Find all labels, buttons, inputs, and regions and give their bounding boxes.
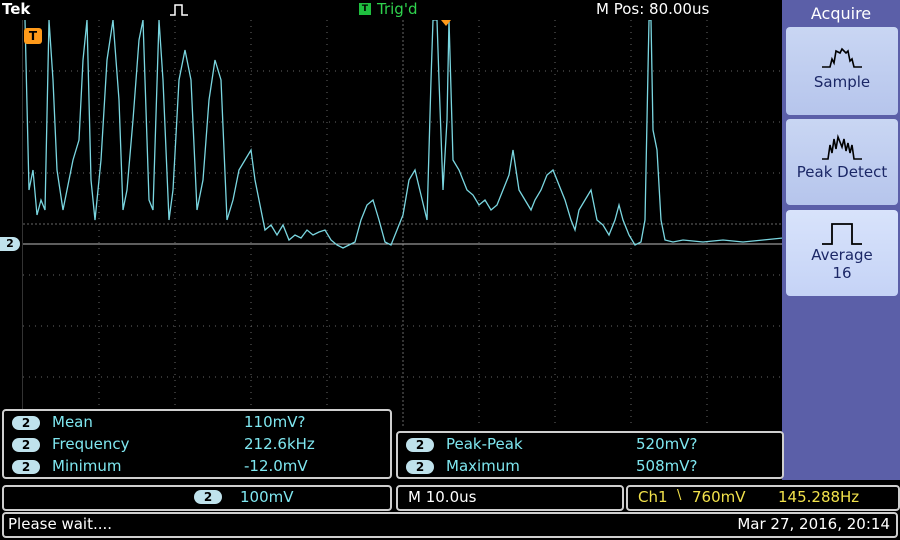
- measurement-frequency: 2 Frequency 212.6kHz: [12, 435, 315, 455]
- measurement-value: 110mV?: [244, 413, 306, 431]
- trigger-indicator-icon: T: [359, 3, 371, 15]
- channel-2-ground-marker[interactable]: 2: [0, 237, 20, 251]
- sample-label: Sample: [813, 73, 871, 91]
- timebase-readout[interactable]: M 10.0us: [396, 485, 624, 511]
- status-bar: Please wait.... Mar 27, 2016, 20:14: [0, 512, 900, 540]
- channel-badge: 2: [12, 416, 40, 430]
- status-message-box: Please wait.... Mar 27, 2016, 20:14: [2, 512, 898, 538]
- top-header: Tek T Trig'd M Pos: 80.00us: [0, 0, 782, 20]
- peak-detect-icon: [822, 134, 862, 160]
- measurements-panel-left: 2 Mean 110mV? 2 Frequency 212.6kHz 2 Min…: [2, 409, 392, 479]
- timebase-value: M 10.0us: [408, 488, 477, 506]
- measurement-peak-peak: 2 Peak-Peak 520mV?: [406, 435, 697, 455]
- sample-button[interactable]: Sample: [786, 27, 898, 115]
- channel-scale-value: 100mV: [240, 488, 294, 506]
- channel-badge: 2: [12, 438, 40, 452]
- trigger-readout[interactable]: Ch1 \ 760mV 145.288Hz: [626, 485, 900, 511]
- channel-badge: 2: [194, 490, 222, 504]
- pulse-trigger-icon: [170, 4, 188, 16]
- trigger-marker-label: T: [28, 29, 38, 43]
- horizontal-position-readout: M Pos: 80.00us: [596, 0, 710, 18]
- channel-2-waveform: [24, 20, 783, 249]
- measurement-maximum: 2 Maximum 508mV?: [406, 457, 697, 477]
- channel-badge: 2: [12, 460, 40, 474]
- measurement-label: Peak-Peak: [446, 435, 523, 453]
- date-time: Mar 27, 2016, 20:14: [737, 515, 890, 533]
- brand-logo: Tek: [2, 0, 31, 18]
- measurement-label: Frequency: [52, 435, 130, 453]
- acquire-side-menu: Acquire Sample Peak Detect Average 16: [782, 0, 900, 480]
- status-message: Please wait....: [8, 515, 113, 533]
- peak-detect-label: Peak Detect: [796, 163, 888, 181]
- channel-2-scale-readout[interactable]: 2 100mV: [2, 485, 392, 511]
- measurement-value: 508mV?: [636, 457, 698, 475]
- trigger-slope-icon: \: [677, 488, 682, 503]
- measurement-value: 212.6kHz: [244, 435, 315, 453]
- average-count: 16: [832, 264, 852, 282]
- measurements-panel-right: 2 Peak-Peak 520mV? 2 Maximum 508mV?: [396, 431, 784, 479]
- trigger-source: Ch1: [638, 488, 668, 506]
- average-mode-icon: [822, 223, 862, 245]
- menu-title: Acquire: [810, 4, 872, 23]
- channel-marker-label: 2: [6, 237, 14, 250]
- trigger-level-marker[interactable]: T: [24, 28, 42, 44]
- trigger-frequency: 145.288Hz: [778, 488, 860, 506]
- channel-badge: 2: [406, 460, 434, 474]
- graticule-grid: [23, 20, 783, 428]
- measurement-label: Mean: [52, 413, 93, 431]
- average-button[interactable]: Average 16: [786, 210, 898, 296]
- trigger-status: Trig'd: [377, 0, 418, 18]
- measurement-label: Minimum: [52, 457, 122, 475]
- measurement-value: 520mV?: [636, 435, 698, 453]
- channel-badge: 2: [406, 438, 434, 452]
- peak-detect-button[interactable]: Peak Detect: [786, 119, 898, 205]
- average-label: Average: [811, 246, 873, 264]
- measurement-value: -12.0mV: [244, 457, 308, 475]
- waveform-graticule[interactable]: [22, 20, 783, 428]
- measurement-minimum: 2 Minimum -12.0mV: [12, 457, 308, 477]
- measurement-label: Maximum: [446, 457, 520, 475]
- sample-mode-icon: [822, 47, 862, 68]
- measurement-mean: 2 Mean 110mV?: [12, 413, 305, 433]
- trigger-level: 760mV: [692, 488, 746, 506]
